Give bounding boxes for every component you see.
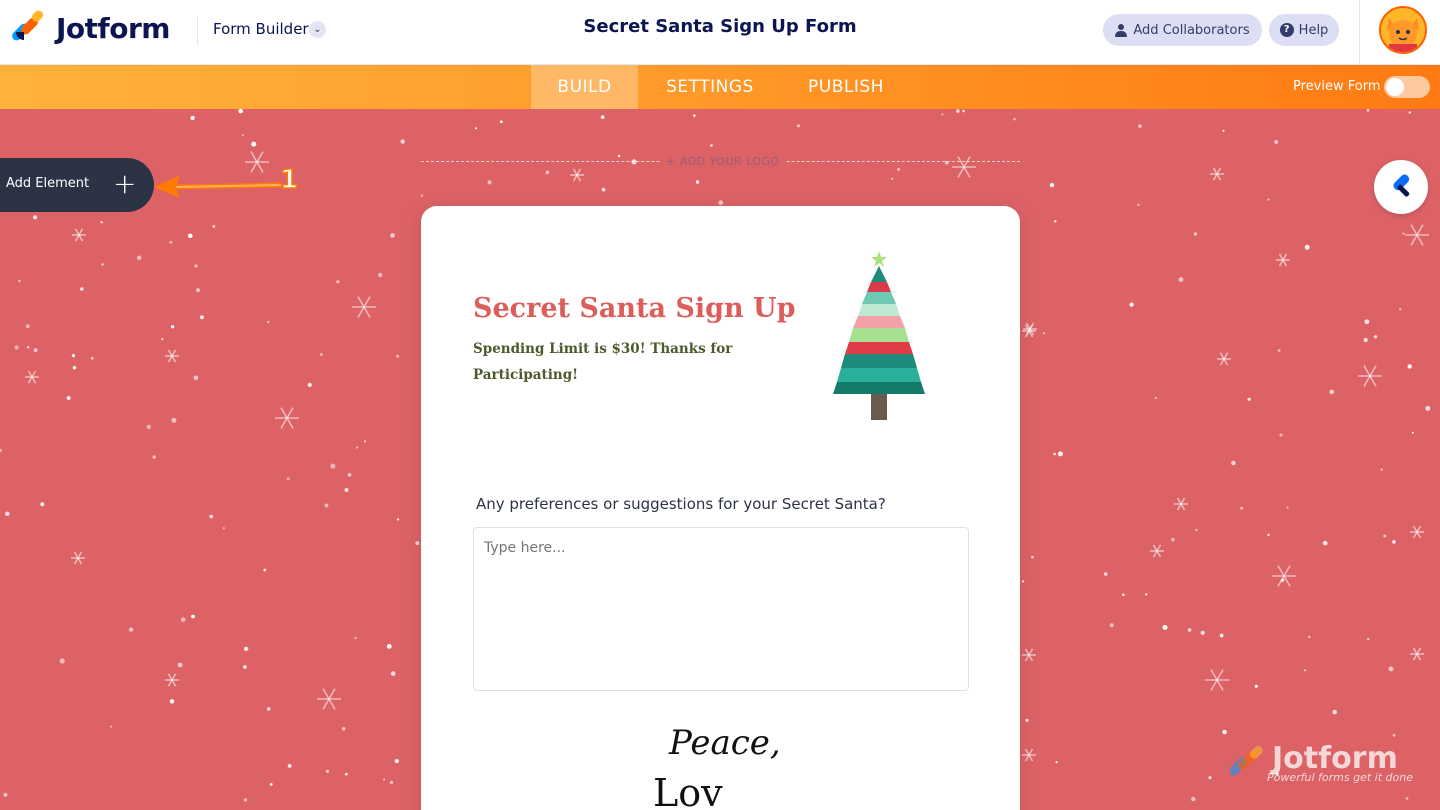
preferences-textarea[interactable] [473,527,969,691]
avatar[interactable] [1379,6,1427,54]
jotform-logo-icon [10,8,45,44]
snowflake-icon [275,407,299,429]
snowflake-icon [1358,365,1382,387]
tab-publish[interactable]: PUBLISH [790,65,902,109]
paint-roller-icon [1393,174,1410,197]
snowflake-icon [165,673,179,687]
jotform-logo[interactable]: Jotform [10,8,170,45]
help-label: Help [1298,22,1329,38]
builder-nav: BUILD SETTINGS PUBLISH Preview Form [0,65,1440,109]
add-element-button[interactable]: Add Element + [0,158,154,212]
snowflake-icon [1022,748,1036,762]
snowflake-icon [1174,497,1188,511]
snowflake-icon [952,156,976,178]
tab-settings[interactable]: SETTINGS [650,65,770,109]
add-collaborators-label: Add Collaborators [1133,22,1250,38]
christmas-tree-image[interactable] [821,246,941,431]
peace-love-image[interactable]: Peace, Lov [649,714,789,810]
header-divider-right [1359,0,1360,65]
add-element-label: Add Element [6,176,90,191]
snowflake-icon [71,551,85,565]
question-icon: ? [1279,23,1294,37]
snowflake-icon [1022,648,1036,662]
watermark-tagline: Powerful forms get it done [1267,771,1413,784]
form-card: Secret Santa Sign Up Spending Limit is $… [421,206,1020,810]
form-heading[interactable]: Secret Santa Sign Up [473,293,795,324]
snowflake-icon [1410,525,1424,539]
jotform-watermark-icon [1230,745,1263,776]
question-label[interactable]: Any preferences or suggestions for your … [476,495,886,513]
form-title[interactable]: Secret Santa Sign Up Form [520,16,920,37]
chevron-down-icon[interactable]: ⌄ [309,21,326,38]
snowflake-icon [1410,647,1424,661]
cat-avatar-icon [1387,18,1419,52]
form-subheading[interactable]: Spending Limit is $30! Thanks for Partic… [473,336,733,388]
snowflake-icon [1272,565,1296,587]
snowflake-icon [72,228,86,242]
snowflake-icon [165,349,179,363]
annotation-arrow-icon [154,175,282,198]
snowflake-icon [1210,167,1224,181]
snowflake-icon [1276,253,1290,267]
snowflake-icon [1405,224,1429,246]
toggle-knob [1386,78,1404,96]
snowflake-icon [352,296,376,318]
brand-name: Jotform [56,11,170,45]
form-canvas: Add Element + 1 + ADD YOUR LOGO Secret S… [0,109,1440,810]
annotation-number: 1 [279,164,299,196]
plus-icon: + [113,167,137,200]
snowflake-icon [1205,669,1229,691]
add-logo-link[interactable]: + ADD YOUR LOGO [660,155,786,168]
peace-text: Peace, [668,723,781,763]
add-collaborators-button[interactable]: Add Collaborators [1103,14,1262,46]
snowflake-icon [570,168,584,182]
snowflake-icon [1150,544,1164,558]
tab-build[interactable]: BUILD [531,65,638,109]
preview-form-label: Preview Form [1293,79,1381,94]
header-divider [197,16,198,46]
help-button[interactable]: ? Help [1269,14,1339,46]
snowflake-icon [25,370,39,384]
love-text: Lov [653,771,723,810]
snowflake-icon [317,688,341,710]
preview-form-toggle[interactable] [1384,76,1430,98]
form-builder-label[interactable]: Form Builder [213,20,309,38]
form-designer-button[interactable] [1374,160,1428,214]
user-icon [1115,23,1128,37]
top-header: Jotform Form Builder ⌄ Secret Santa Sign… [0,0,1440,65]
snowflake-icon [1217,352,1231,366]
